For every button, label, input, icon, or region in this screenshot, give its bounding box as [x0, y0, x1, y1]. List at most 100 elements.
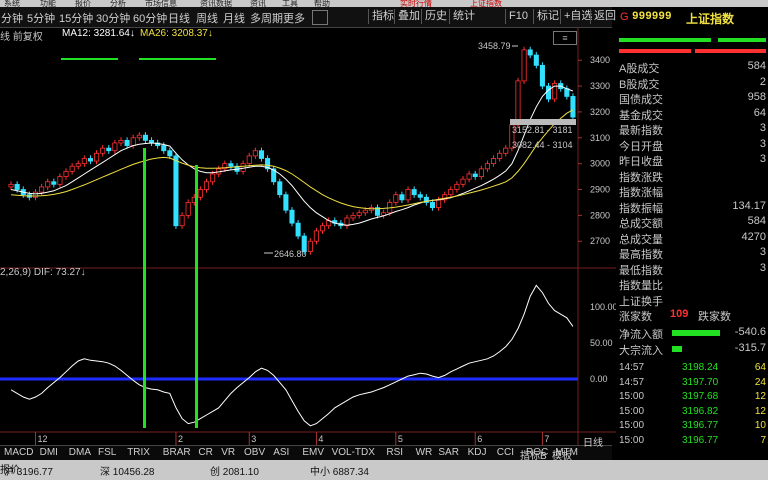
tab-obv[interactable]: OBV [244, 447, 265, 458]
tab-dma[interactable]: DMA [69, 447, 91, 458]
status-sz: 深 10456.28 [100, 467, 155, 478]
history-button[interactable]: 历史 [421, 9, 450, 24]
kline-chart[interactable]: 3400 3300 3200 3100 3000 2900 2800 2700 100.00 5… [0, 28, 616, 460]
low-label: 2646.80 [274, 249, 307, 259]
stat-row: 总成交额 584 [616, 215, 768, 230]
candle-body [429, 202, 436, 209]
tab-emv[interactable]: EMV [302, 447, 324, 458]
tab-vol-tdx[interactable]: VOL-TDX [332, 447, 375, 458]
price-tick-label: 2800 [590, 210, 610, 220]
market-flag-icon: G [620, 11, 629, 23]
tab-vr[interactable]: VR [221, 447, 235, 458]
candle-body [185, 202, 191, 216]
tab-dmi[interactable]: DMI [40, 447, 58, 458]
tick-volume: 12 [754, 391, 766, 402]
tick-price: 3196.77 [682, 420, 719, 431]
down-count-label: 跌家数 [698, 311, 731, 323]
period-more[interactable]: 更多 [283, 10, 305, 26]
candle-body [283, 194, 289, 211]
stat-row: 总成交量 4270 [616, 231, 768, 246]
tick-time: 14:57 [619, 362, 645, 373]
candle-body [124, 139, 130, 146]
candle-body [484, 163, 490, 170]
candle-body [307, 240, 313, 252]
tab-fsl[interactable]: FSL [98, 447, 116, 458]
high-label: 3458.79 [478, 41, 511, 51]
indicator-button[interactable]: 指标 [368, 9, 397, 24]
price-tick-label: 3200 [590, 107, 610, 117]
tab-kdj[interactable]: KDJ [468, 447, 487, 458]
up-count: 109 [670, 308, 689, 320]
candle-body [545, 85, 552, 100]
stat-row: A股成交 584 [616, 60, 768, 75]
tick-time: 14:57 [619, 376, 645, 388]
candle-body [564, 88, 570, 97]
tick-volume: 64 [754, 362, 766, 373]
right-panel-header: G 999999 上证指数 [616, 7, 768, 29]
net-inflow-value: -540.6 [734, 326, 766, 338]
period-5min[interactable]: 5分钟 [27, 10, 55, 26]
candle-body [448, 189, 454, 196]
candle-body [142, 134, 148, 141]
period-day[interactable]: 日线 [168, 10, 190, 26]
index-code: 999999 [632, 11, 672, 23]
candle-body [466, 173, 472, 180]
stat-value: 584 [747, 215, 766, 227]
tick-row: 15:00 3196.77 7 [616, 435, 768, 448]
stats-button[interactable]: 统计 [449, 9, 478, 24]
stat-value: 134.17 [732, 199, 766, 212]
candle-body [539, 64, 545, 87]
stat-label: 最低指数 [619, 264, 663, 277]
tick-volume: 10 [754, 420, 766, 431]
period-multi[interactable]: 多周期 [250, 10, 283, 26]
candle-body [405, 189, 411, 201]
stat-row: 上证换手 [616, 293, 768, 308]
stat-row: 最低指数 3 [616, 262, 768, 277]
candle-body [197, 189, 203, 198]
chart-config-icon[interactable]: ≡ [553, 31, 577, 45]
period-month[interactable]: 月线 [223, 10, 245, 26]
tab-sar[interactable]: SAR [438, 447, 459, 458]
tab-cci[interactable]: CCI [497, 447, 514, 458]
tab-rsi[interactable]: RSI [386, 447, 403, 458]
period-60min[interactable]: 60分钟 [133, 10, 167, 26]
period-week[interactable]: 周线 [196, 10, 218, 26]
net-inflow-bar [672, 330, 720, 336]
candle-body [460, 178, 466, 185]
macd-dif-line [10, 284, 574, 427]
stat-row: 指数涨幅 [616, 184, 768, 199]
tab-trix[interactable]: TRIX [127, 447, 150, 458]
tab-macd[interactable]: MACD [4, 447, 33, 458]
candle-body [246, 155, 252, 165]
net-inflow-label: 净流入额 [619, 329, 663, 341]
period-30min[interactable]: 30分钟 [96, 10, 130, 26]
stat-row: 国债成交 958 [616, 91, 768, 106]
macd-tick-label: 50.00 [590, 338, 613, 348]
quote-tab[interactable]: 报价 [0, 461, 20, 476]
tab-asi[interactable]: ASI [273, 447, 289, 458]
candle-body [136, 134, 142, 139]
macd-tick-label: 0.00 [590, 374, 608, 384]
price-tick-label: 2900 [590, 185, 610, 195]
overlay-button[interactable]: 叠加 [394, 9, 423, 24]
search-input[interactable] [312, 10, 328, 25]
candle-body [45, 181, 51, 188]
tab-cr[interactable]: CR [198, 447, 212, 458]
stat-row: 昨日收盘 3 [616, 153, 768, 168]
period-1min[interactable]: 分钟 [1, 10, 23, 26]
candle-body [57, 176, 63, 185]
tab-brar[interactable]: BRAR [163, 447, 191, 458]
stat-label: 指数涨幅 [619, 187, 663, 199]
macd-legend: 2,26,9) DIF: 73.27↓ [0, 267, 86, 278]
candle-body [112, 142, 118, 152]
mark-button[interactable]: 标记 [533, 9, 562, 24]
candle-body [106, 147, 112, 152]
stat-label: 今日开盘 [619, 140, 663, 153]
range-label-1: 3152.81 - 3181 [512, 125, 573, 135]
candle-body [51, 181, 57, 185]
tab-wr[interactable]: WR [416, 447, 433, 458]
period-15min[interactable]: 15分钟 [59, 10, 93, 26]
f10-button[interactable]: F10 [505, 9, 531, 24]
back-button[interactable]: 返回 [590, 9, 619, 24]
tick-time: 15:00 [619, 434, 645, 446]
